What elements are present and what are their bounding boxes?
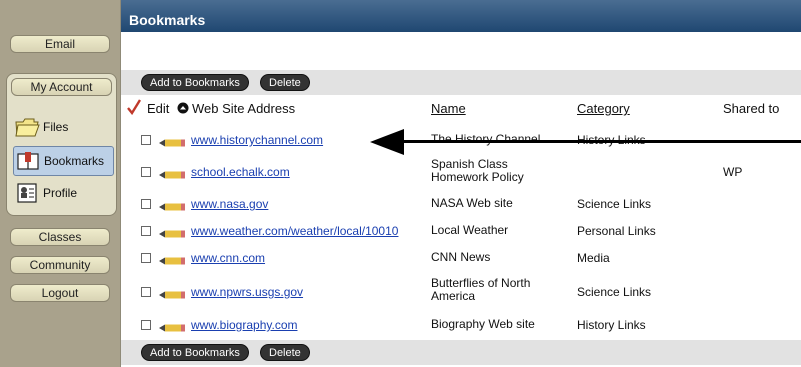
column-category[interactable]: Category — [577, 101, 630, 116]
table-row: www.npwrs.usgs.gov Butterflies of North … — [121, 275, 801, 303]
check-mark-icon — [127, 99, 142, 118]
bookmark-category: Personal Links — [577, 224, 656, 238]
add-to-bookmarks-button[interactable]: Add to Bookmarks — [141, 344, 249, 361]
bookmark-name: CNN News — [431, 250, 491, 264]
row-checkbox[interactable] — [141, 167, 151, 177]
bookmark-category: Media — [577, 251, 610, 265]
sidebar-item-label: Files — [43, 120, 69, 134]
header-bar: Bookmarks — [121, 0, 801, 32]
bookmark-name: Local Weather — [431, 223, 509, 237]
bookmarks-icon — [14, 148, 42, 174]
bookmark-name: Butterflies of North America — [431, 276, 531, 303]
column-name[interactable]: Name — [431, 101, 466, 116]
edit-pencil-icon[interactable] — [159, 136, 185, 147]
bookmark-shared: WP — [723, 165, 743, 179]
edit-pencil-icon[interactable] — [159, 321, 185, 332]
row-checkbox[interactable] — [141, 320, 151, 330]
my-account-button[interactable]: My Account — [11, 78, 112, 96]
edit-pencil-icon[interactable] — [159, 288, 185, 299]
email-button[interactable]: Email — [10, 35, 110, 53]
table-row: www.nasa.gov NASA Web site Science Links — [121, 190, 801, 218]
column-address: Web Site Address — [192, 101, 296, 116]
annotation-arrow-line — [400, 140, 801, 143]
profile-icon — [13, 180, 41, 206]
edit-pencil-icon[interactable] — [159, 168, 185, 179]
row-checkbox[interactable] — [141, 199, 151, 209]
sidebar-item-bookmarks[interactable]: Bookmarks — [13, 146, 114, 176]
edit-pencil-icon[interactable] — [159, 254, 185, 265]
classes-button[interactable]: Classes — [10, 228, 110, 246]
delete-button[interactable]: Delete — [260, 74, 310, 91]
bookmark-url-link[interactable]: www.nasa.gov — [191, 197, 268, 211]
sidebar-item-files[interactable]: Files — [13, 112, 114, 142]
add-to-bookmarks-button[interactable]: Add to Bookmarks — [141, 74, 249, 91]
column-edit: Edit — [147, 101, 170, 116]
bookmark-category: Science Links — [577, 197, 652, 211]
bookmark-name: Spanish Class Homework Policy — [431, 157, 524, 184]
table-header: Edit Web Site Address Name Category Shar… — [121, 98, 801, 120]
bookmark-category: Science Links — [577, 285, 652, 299]
sort-icon[interactable] — [177, 102, 189, 117]
bookmark-url-link[interactable]: www.npwrs.usgs.gov — [191, 285, 303, 299]
bookmarks-panel: Add to Bookmarks Delete Edit Web Site Ad… — [121, 32, 801, 367]
bookmark-url-link[interactable]: www.biography.com — [191, 318, 298, 332]
table-row: www.weather.com/weather/local/10010 Loca… — [121, 217, 801, 245]
row-checkbox[interactable] — [141, 226, 151, 236]
column-shared: Shared to — [723, 101, 780, 116]
row-checkbox[interactable] — [141, 253, 151, 263]
row-checkbox[interactable] — [141, 135, 151, 145]
bookmark-name: NASA Web site — [431, 196, 513, 210]
edit-pencil-icon[interactable] — [159, 227, 185, 238]
bookmark-url-link[interactable]: www.historychannel.com — [191, 133, 323, 147]
logout-button[interactable]: Logout — [10, 284, 110, 302]
my-account-panel: My Account Files Bookmarks Profile — [6, 73, 117, 216]
folder-icon — [13, 114, 41, 140]
table-row: school.echalk.com Spanish Class Homework… — [121, 156, 801, 184]
page-title: Bookmarks — [129, 12, 206, 28]
bookmark-url-link[interactable]: www.weather.com/weather/local/10010 — [191, 224, 398, 238]
edit-pencil-icon[interactable] — [159, 200, 185, 211]
sidebar-item-profile[interactable]: Profile — [13, 178, 114, 208]
annotation-arrow-head-icon — [370, 129, 404, 155]
sidebar-item-label: Profile — [43, 186, 78, 200]
table-row: www.biography.com Biography Web site His… — [121, 311, 801, 339]
toolbar-bottom: Add to Bookmarks Delete — [121, 340, 801, 365]
sidebar-item-label: Bookmarks — [44, 154, 105, 168]
bookmark-url-link[interactable]: www.cnn.com — [191, 251, 265, 265]
bookmark-url-link[interactable]: school.echalk.com — [191, 165, 290, 179]
sidebar: Email My Account Files Bookmarks Profile… — [0, 0, 121, 367]
table-row: www.cnn.com CNN News Media — [121, 244, 801, 272]
bookmark-category: History Links — [577, 318, 646, 332]
delete-button[interactable]: Delete — [260, 344, 310, 361]
community-button[interactable]: Community — [10, 256, 110, 274]
toolbar-top: Add to Bookmarks Delete — [121, 70, 801, 95]
bookmark-name: Biography Web site — [431, 317, 535, 331]
row-checkbox[interactable] — [141, 287, 151, 297]
